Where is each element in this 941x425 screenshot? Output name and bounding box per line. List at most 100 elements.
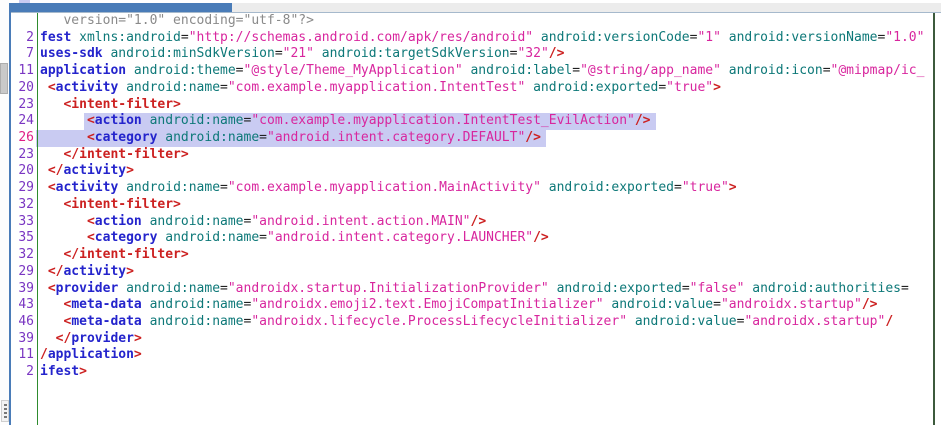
code-line[interactable]: 33 <action android:name="android.intent.… [12,214,933,231]
code-token [40,331,56,346]
code-line[interactable]: 43 <meta-data android:name="androidx.emo… [12,297,933,314]
code-token: = [220,80,228,95]
code-token: "32" [517,46,548,61]
code-token [40,264,48,279]
code-token: "21" [283,46,314,61]
code-token: android:authorities [752,281,901,296]
code-token: android:icon [729,63,823,78]
code-token: = [181,30,189,45]
code-line[interactable]: 26 <category android:name="android.inten… [12,130,933,147]
code-token: android:value [635,314,737,329]
line-number[interactable]: 39 [12,331,34,348]
code-line[interactable]: version="1.0" encoding="utf-8"?> [12,13,933,30]
code-line[interactable]: 46 <meta-data android:name="androidx.lif… [12,314,933,331]
code-token [40,147,63,162]
code-line[interactable]: 32 <intent-filter> [12,197,933,214]
code-token: < [87,113,95,128]
code-token: android:name [150,214,244,229]
code-token: android:name [126,281,220,296]
code-text: </intent-filter> [40,247,189,264]
code-token [721,63,729,78]
code-line[interactable]: 20 </activity> [12,163,933,180]
code-text: version="1.0" encoding="utf-8"?> [40,13,314,30]
code-token [549,281,557,296]
line-number[interactable]: 2 [12,30,34,47]
code-line[interactable]: 32 </intent-filter> [12,247,933,264]
line-number[interactable]: 39 [12,281,34,298]
line-number[interactable]: 29 [12,180,34,197]
grip-dot [4,416,7,418]
line-number[interactable]: 43 [12,297,34,314]
line-number[interactable]: 23 [12,147,34,164]
code-token [40,247,63,262]
code-token: > [729,180,737,195]
code-text: <action android:name="com.example.myappl… [40,113,651,130]
code-line[interactable]: 23 </intent-filter> [12,147,933,164]
code-token [40,97,63,112]
line-number[interactable]: 20 [12,80,34,97]
code-token: = [901,281,909,296]
code-token: android:theme [134,63,236,78]
code-token: </ [48,264,64,279]
line-number[interactable]: 33 [12,214,34,231]
line-number[interactable]: 29 [12,264,34,281]
code-line[interactable]: 2fest xmlns:android="http://schemas.andr… [12,30,933,47]
code-token: = [220,180,228,195]
code-line[interactable]: 35 <category android:name="android.inten… [12,230,933,247]
code-line[interactable]: 29 <activity android:name="com.example.m… [12,180,933,197]
line-number[interactable]: 2 [12,364,34,381]
code-token: action [95,214,142,229]
code-token: application [40,63,126,78]
left-vertical-scrollbar-thumb[interactable] [0,63,8,94]
code-token: "true" [682,180,729,195]
code-token: = [259,230,267,245]
code-token: = [220,281,228,296]
code-token: meta-data [71,297,141,312]
line-number[interactable]: 32 [12,197,34,214]
code-token: = [259,130,267,145]
line-number[interactable]: 23 [12,97,34,114]
code-token [40,180,48,195]
code-token [40,214,87,229]
code-token: "1.0" [885,30,924,45]
line-number[interactable]: 46 [12,314,34,331]
line-number[interactable]: 24 [12,113,34,130]
splitter-grip-icon[interactable] [1,400,9,422]
line-number[interactable]: 35 [12,230,34,247]
code-line[interactable]: 20 <activity android:name="com.example.m… [12,80,933,97]
code-token: ifest [40,364,79,379]
code-line[interactable]: 23 <intent-filter> [12,97,933,114]
code-token: android:versionCode [541,30,690,45]
code-token: "@mipmap/ic_ [831,63,925,78]
code-line[interactable]: 11/application> [12,347,933,364]
code-token: </ [56,331,72,346]
line-number[interactable]: 11 [12,63,34,80]
editor-right-border [933,13,935,425]
code-text: <category android:name="android.intent.c… [40,130,541,147]
code-token: category [95,130,158,145]
code-token [40,197,63,212]
line-number[interactable]: 20 [12,163,34,180]
code-line[interactable]: 39 </provider> [12,331,933,348]
line-number[interactable]: 11 [12,347,34,364]
code-token: "com.example.myapplication.IntentTest_Ev… [251,113,635,128]
code-line[interactable]: 29 </activity> [12,264,933,281]
grip-dot [4,404,7,406]
code-text: </intent-filter> [40,147,189,164]
code-token: "false" [690,281,745,296]
code-token: / [40,347,48,362]
code-line[interactable]: 24 <action android:name="com.example.mya… [12,113,933,130]
code-token: "@string/app_name" [580,63,721,78]
line-number[interactable]: 32 [12,247,34,264]
code-token: android:targetSdkVersion [322,46,510,61]
code-token: "androidx.startup" [744,314,885,329]
code-line[interactable]: 2ifest> [12,364,933,381]
horizontal-scrollbar-thumb[interactable] [11,3,232,12]
line-number[interactable]: 26 [12,130,34,147]
code-token [126,63,134,78]
line-number[interactable]: 7 [12,46,34,63]
code-line[interactable]: 39 <provider android:name="androidx.star… [12,281,933,298]
code-token: application [48,347,134,362]
code-line[interactable]: 7uses-sdk android:minSdkVersion="21" and… [12,46,933,63]
code-line[interactable]: 11application android:theme="@style/Them… [12,63,933,80]
